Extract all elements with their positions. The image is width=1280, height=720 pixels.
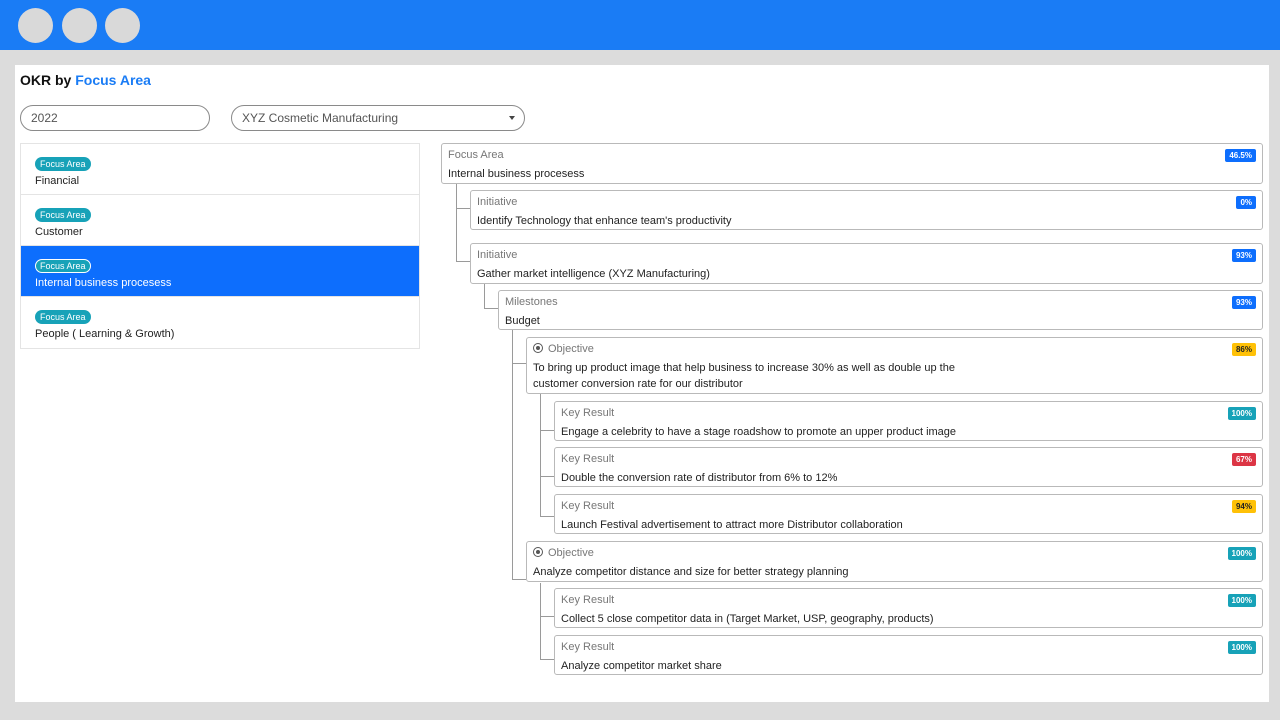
node-type-label: Milestones <box>505 296 558 308</box>
node-type-label: Key Result <box>561 500 615 512</box>
node-title-line: customer conversion rate for our distrib… <box>533 378 743 390</box>
tree-connector <box>484 284 485 309</box>
focus-area-item-internal-business[interactable]: Focus Area Internal business procesess <box>21 246 419 297</box>
node-title: To bring up product image that help busi… <box>533 360 955 392</box>
focus-area-badge: Focus Area <box>35 157 91 171</box>
node-type-label: Key Result <box>561 453 615 465</box>
progress-badge: 100% <box>1227 641 1256 654</box>
chevron-down-icon <box>509 116 515 120</box>
focus-area-label: Financial <box>35 175 80 187</box>
node-title: Double the conversion rate of distributo… <box>561 472 838 484</box>
window-titlebar <box>0 0 1280 50</box>
main-panel: OKR by Focus Area 2022 XYZ Cosmetic Manu… <box>15 65 1269 702</box>
node-title: Gather market intelligence (XYZ Manufact… <box>477 268 710 280</box>
tree-node-focus-area[interactable]: Focus Area Internal business procesess 4… <box>441 143 1263 184</box>
tree-node-key-result[interactable]: Key Result Analyze competitor market sha… <box>554 635 1263 675</box>
node-title: Identify Technology that enhance team's … <box>477 215 732 227</box>
tree-connector <box>456 261 470 262</box>
progress-badge: 0% <box>1236 196 1256 209</box>
progress-badge: 94% <box>1231 500 1256 513</box>
page-title-prefix: OKR by <box>20 72 72 88</box>
target-icon <box>533 343 543 353</box>
tree-connector <box>456 208 470 209</box>
progress-badge: 46.5% <box>1225 149 1256 162</box>
node-type-label: Focus Area <box>448 149 504 161</box>
node-type-label: Objective <box>533 547 594 559</box>
tree-connector <box>540 430 554 431</box>
node-title: Analyze competitor distance and size for… <box>533 566 849 578</box>
node-type-label: Key Result <box>561 407 615 419</box>
progress-badge: 93% <box>1231 249 1256 262</box>
tree-connector <box>540 659 554 660</box>
target-icon <box>533 547 543 557</box>
focus-area-label: Internal business procesess <box>35 277 172 289</box>
focus-area-badge: Focus Area <box>35 208 91 222</box>
tree-connector <box>512 363 526 364</box>
tree-connector <box>540 516 554 517</box>
tree-node-key-result[interactable]: Key Result Engage a celebrity to have a … <box>554 401 1263 441</box>
tree-connector <box>540 616 554 617</box>
progress-badge: 86% <box>1231 343 1256 356</box>
tree-connector <box>540 476 554 477</box>
focus-area-badge: Focus Area <box>35 259 91 273</box>
progress-badge: 93% <box>1231 296 1256 309</box>
tree-connector <box>540 394 541 517</box>
progress-badge: 100% <box>1227 407 1256 420</box>
window-control-dot[interactable] <box>62 8 97 43</box>
page-title-accent: Focus Area <box>75 72 151 88</box>
tree-node-key-result[interactable]: Key Result Launch Festival advertisement… <box>554 494 1263 534</box>
window-control-dot[interactable] <box>18 8 53 43</box>
tree-node-objective[interactable]: Objective Analyze competitor distance an… <box>526 541 1263 582</box>
node-title: Internal business procesess <box>448 168 585 180</box>
progress-badge: 100% <box>1227 547 1256 560</box>
focus-area-item-financial[interactable]: Focus Area Financial <box>21 144 419 195</box>
tree-node-key-result[interactable]: Key Result Double the conversion rate of… <box>554 447 1263 487</box>
tree-node-key-result[interactable]: Key Result Collect 5 close competitor da… <box>554 588 1263 628</box>
page-title: OKR by Focus Area <box>20 72 151 88</box>
node-type-text: Objective <box>548 343 594 355</box>
node-type-label: Initiative <box>477 249 518 261</box>
tree-node-milestone[interactable]: Milestones Budget 93% <box>498 290 1263 330</box>
focus-area-item-customer[interactable]: Focus Area Customer <box>21 195 419 246</box>
focus-area-label: People ( Learning & Growth) <box>35 328 175 340</box>
tree-node-objective[interactable]: Objective To bring up product image that… <box>526 337 1263 394</box>
company-select[interactable]: XYZ Cosmetic Manufacturing <box>231 105 525 131</box>
year-select[interactable]: 2022 <box>20 105 210 131</box>
tree-node-initiative[interactable]: Initiative Gather market intelligence (X… <box>470 243 1263 284</box>
node-type-text: Objective <box>548 547 594 559</box>
focus-area-list: Focus Area Financial Focus Area Customer… <box>20 143 420 349</box>
year-select-value: 2022 <box>31 111 58 125</box>
node-title-line: To bring up product image that help busi… <box>533 362 955 374</box>
tree-connector <box>512 330 513 580</box>
tree-node-initiative[interactable]: Initiative Identify Technology that enha… <box>470 190 1263 230</box>
company-select-value: XYZ Cosmetic Manufacturing <box>242 111 399 125</box>
tree-connector <box>456 183 457 262</box>
tree-connector <box>540 583 541 660</box>
focus-area-label: Customer <box>35 226 83 238</box>
node-title: Budget <box>505 315 540 327</box>
focus-area-badge: Focus Area <box>35 310 91 324</box>
window-control-dot[interactable] <box>105 8 140 43</box>
node-type-label: Key Result <box>561 594 615 606</box>
node-type-label: Key Result <box>561 641 615 653</box>
node-title: Analyze competitor market share <box>561 660 722 672</box>
progress-badge: 67% <box>1231 453 1256 466</box>
node-title: Collect 5 close competitor data in (Targ… <box>561 613 934 625</box>
node-type-label: Objective <box>533 343 594 355</box>
tree-connector <box>512 579 526 580</box>
node-title: Engage a celebrity to have a stage roads… <box>561 426 957 438</box>
progress-badge: 100% <box>1227 594 1256 607</box>
focus-area-item-people[interactable]: Focus Area People ( Learning & Growth) <box>21 297 419 348</box>
tree-connector <box>484 308 498 309</box>
node-title: Launch Festival advertisement to attract… <box>561 519 903 531</box>
node-type-label: Initiative <box>477 196 518 208</box>
